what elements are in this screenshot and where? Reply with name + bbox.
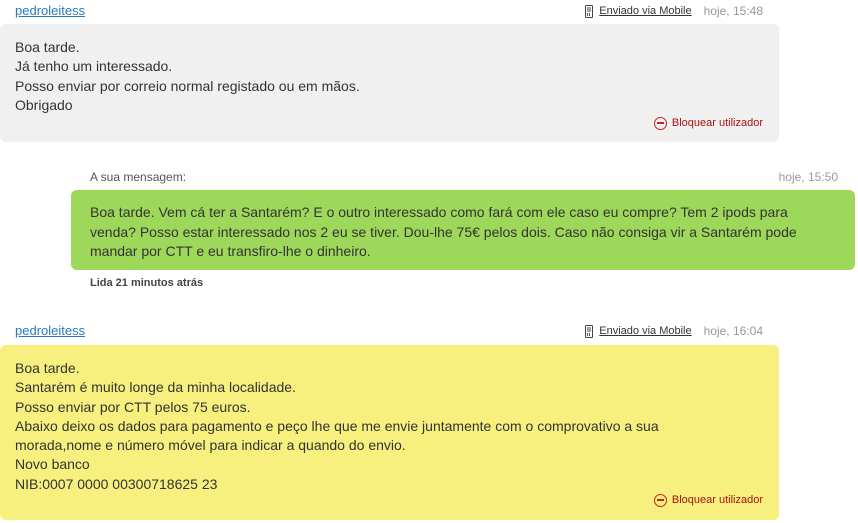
username-link[interactable]: pedroleitess (15, 323, 85, 338)
message-line: Posso enviar por correio normal registad… (15, 77, 360, 94)
message-line: venda? Posso estar interessado nos 2 eu … (90, 223, 797, 240)
block-icon (653, 494, 667, 508)
mobile-phone-icon (585, 4, 594, 18)
message-line: Boa tarde. (15, 39, 80, 55)
message-line: morada,nome e número móvel para indicar … (15, 437, 406, 454)
message-time: hoje, 15:50 (778, 170, 838, 184)
message-line: Boa tarde. (15, 360, 80, 376)
sent-via-label: Enviado via Mobile (599, 5, 692, 17)
message-line: Boa tarde. Vem cá ter a Santarém? E o ou… (90, 204, 788, 220)
message-header: pedroleitess Enviado via Mobile hoje, 15… (15, 1, 779, 21)
sent-via-mobile: Enviado via Mobile (585, 324, 692, 338)
message-line: NIB:0007 0000 00300718625 23 (15, 475, 218, 492)
own-message-label: A sua mensagem: (90, 170, 187, 184)
message-line: Já tenho um interessado. (15, 58, 173, 75)
block-icon (653, 117, 667, 131)
sent-via-label: Enviado via Mobile (599, 325, 692, 337)
message-time: hoje, 15:48 (703, 4, 763, 18)
message-line: Posso enviar por CTT pelos 75 euros. (15, 398, 251, 415)
block-user-label: Bloquear utilizador (671, 117, 763, 129)
block-user-label: Bloquear utilizador (671, 494, 763, 506)
block-user-button[interactable]: Bloquear utilizador (653, 114, 763, 133)
message-line: Novo banco (15, 456, 90, 473)
own-message-header: A sua mensagem: hoje, 15:50 (90, 170, 838, 186)
sent-via-mobile: Enviado via Mobile (585, 4, 692, 18)
read-status: Lida 21 minutos atrás (90, 277, 204, 289)
message-meta: Enviado via Mobile hoje, 15:48 (585, 1, 763, 21)
message-line: Abaixo deixo os dados para pagamento e p… (15, 417, 659, 434)
message-time: hoje, 16:04 (703, 324, 763, 338)
message-bubble: Boa tarde. Já tenho um interessado. Poss… (0, 24, 779, 142)
username-link[interactable]: pedroleitess (15, 3, 85, 18)
message-line: mandar por CTT e eu transfiro-lhe o dinh… (90, 243, 371, 259)
own-message-bubble: Boa tarde. Vem cá ter a Santarém? E o ou… (71, 190, 855, 270)
message-bubble: Boa tarde. Santarém é muito longe da min… (0, 345, 779, 520)
mobile-phone-icon (585, 324, 594, 338)
message-line: Santarém é muito longe da minha localida… (15, 379, 296, 396)
message-header: pedroleitess Enviado via Mobile hoje, 16… (15, 321, 779, 341)
block-user-button[interactable]: Bloquear utilizador (653, 491, 763, 510)
message-meta: Enviado via Mobile hoje, 16:04 (585, 321, 763, 341)
message-line: Obrigado (15, 96, 73, 113)
